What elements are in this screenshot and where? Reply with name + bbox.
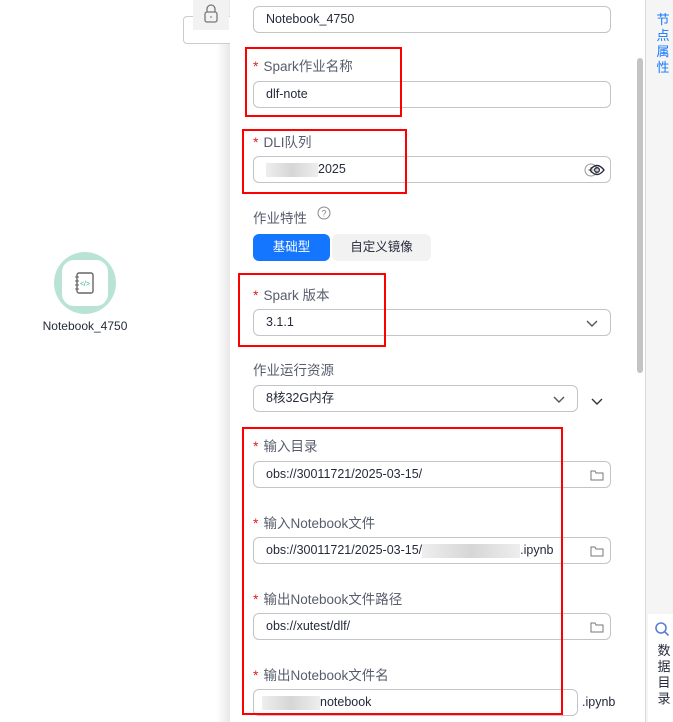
- resources-label: 作业运行资源: [253, 363, 334, 378]
- browse-output-path-button[interactable]: [584, 613, 611, 640]
- highlight-box: [242, 129, 407, 194]
- lock-button[interactable]: [193, 0, 229, 30]
- help-icon[interactable]: ?: [317, 206, 331, 220]
- search-icon: [655, 622, 670, 637]
- eye-icon[interactable]: [589, 163, 605, 177]
- expand-chevron-icon[interactable]: [591, 395, 603, 407]
- folder-icon: [590, 546, 604, 556]
- browse-input-file-button[interactable]: [584, 537, 611, 564]
- node-name-input[interactable]: Notebook_4750: [253, 6, 611, 33]
- browse-input-dir-button[interactable]: [584, 461, 611, 488]
- highlight-box: [242, 427, 563, 715]
- svg-text:?: ?: [321, 209, 326, 219]
- feature-custom-image-option[interactable]: 自定义镜像: [332, 234, 431, 261]
- notebook-icon: </>: [75, 272, 94, 294]
- output-ext: .ipynb: [582, 695, 616, 709]
- highlight-box: [245, 47, 402, 117]
- node-label: Notebook_4750: [42, 319, 128, 333]
- folder-icon: [590, 622, 604, 632]
- canvas-shade: [216, 0, 230, 722]
- notebook-node[interactable]: </>: [54, 252, 116, 314]
- feature-basic-option[interactable]: 基础型: [253, 234, 330, 261]
- svg-text:</>: </>: [80, 281, 90, 288]
- chevron-down-icon: [553, 396, 565, 403]
- node-properties-tab[interactable]: 节点属性: [654, 12, 672, 76]
- data-catalog-tab[interactable]: 数据目录: [648, 614, 673, 722]
- folder-icon: [590, 470, 604, 480]
- highlight-box: [238, 273, 386, 347]
- canvas[interactable]: </> Notebook_4750: [0, 0, 243, 722]
- data-catalog-label: 数据目录: [657, 643, 671, 706]
- panel-scrollbar[interactable]: [637, 58, 643, 373]
- lock-icon: [204, 4, 218, 23]
- chevron-down-icon: [586, 320, 598, 327]
- job-feature-label: 作业特性: [253, 211, 307, 226]
- resources-select[interactable]: 8核32G内存: [253, 385, 578, 412]
